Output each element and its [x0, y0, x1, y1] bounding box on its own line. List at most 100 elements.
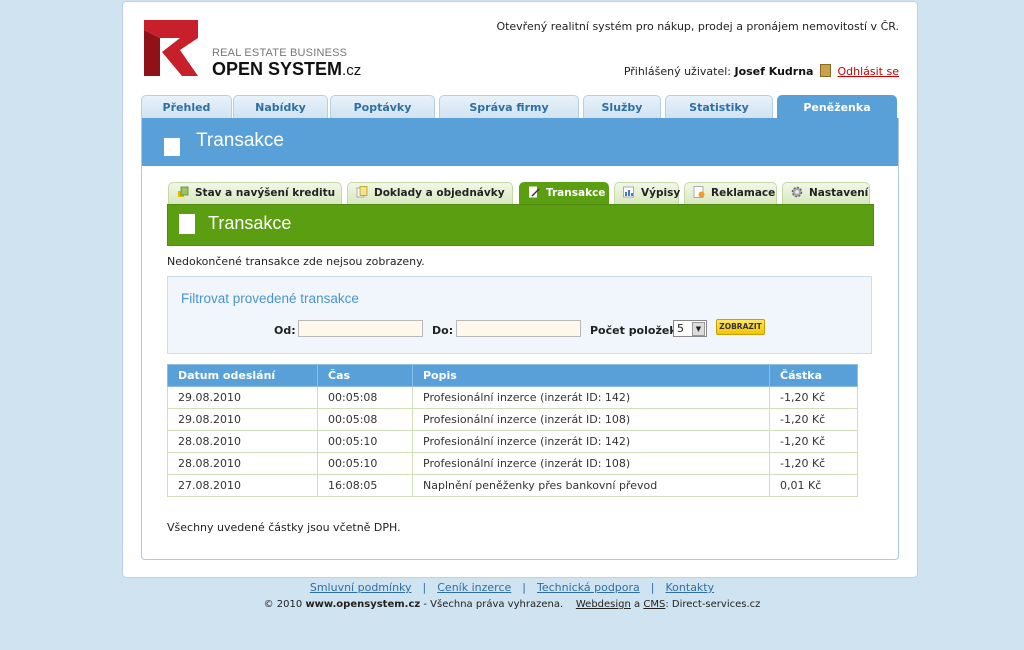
- count-label: Počet položek:: [590, 324, 682, 337]
- cell-amount: -1,20 Kč: [769, 386, 858, 409]
- subtab-stav-kreditu[interactable]: Stav a navýšení kreditu: [168, 182, 342, 204]
- col-datum: Datum odeslání: [167, 364, 318, 387]
- table-header-row: Datum odeslání Čas Popis Částka: [167, 364, 858, 387]
- table-row: 28.08.2010 00:05:10 Profesionální inzerc…: [167, 430, 858, 453]
- panel-title: Transakce: [208, 213, 292, 233]
- chevron-down-icon[interactable]: ▼: [692, 322, 705, 336]
- tab-penezenka[interactable]: Peněženka: [777, 95, 897, 119]
- subtab-label: Stav a navýšení kreditu: [195, 187, 336, 199]
- filter-box: Filtrovat provedené transakce Od: Do: Po…: [167, 276, 872, 354]
- subtab-label: Nastavení: [809, 187, 869, 199]
- cell-time: 00:05:08: [317, 408, 413, 431]
- and-text: a: [634, 599, 641, 610]
- gear-icon: [791, 186, 803, 198]
- show-button[interactable]: ZOBRAZIT: [716, 319, 765, 335]
- cell-description: Profesionální inzerce (inzerát ID: 108): [412, 452, 770, 475]
- from-label: Od:: [274, 324, 296, 337]
- table-row: 27.08.2010 16:08:05 Naplnění peněženky p…: [167, 474, 858, 497]
- subtab-nastaveni[interactable]: Nastavení: [782, 182, 870, 204]
- chart-icon: [623, 186, 634, 198]
- col-popis: Popis: [412, 364, 770, 387]
- cms-link[interactable]: CMS: [643, 599, 665, 610]
- logout-link[interactable]: Odhlásit se: [837, 65, 899, 78]
- count-select[interactable]: 5 ▼: [673, 320, 707, 337]
- cell-date: 29.08.2010: [167, 386, 318, 409]
- cell-date: 28.08.2010: [167, 452, 318, 475]
- filter-title: Filtrovat provedené transakce: [181, 291, 359, 306]
- complaint-icon: [693, 186, 705, 198]
- cell-time: 16:08:05: [317, 474, 413, 497]
- subtab-transakce[interactable]: Transakce: [519, 182, 609, 204]
- logout-icon[interactable]: [819, 64, 831, 77]
- subtab-label: Transakce: [546, 187, 606, 199]
- tab-prehled[interactable]: Přehled: [141, 95, 232, 119]
- cell-amount: -1,20 Kč: [769, 430, 858, 453]
- to-label: Do:: [432, 324, 454, 337]
- cell-description: Profesionální inzerce (inzerát ID: 142): [412, 430, 770, 453]
- page-icon: [164, 138, 180, 156]
- info-note: Nedokončené transakce zde nejsou zobraze…: [167, 255, 425, 268]
- page-icon: [179, 214, 195, 234]
- table-row: 28.08.2010 00:05:10 Profesionální inzerc…: [167, 452, 858, 475]
- content-box: Transakce Stav a navýšení kreditu Doklad…: [141, 118, 899, 560]
- user-label: Přihlášený uživatel:: [623, 65, 731, 78]
- subtab-label: Výpisy: [641, 187, 681, 199]
- document-edit-icon: [529, 186, 540, 198]
- subtab-label: Reklamace: [711, 187, 776, 199]
- subtab-doklady[interactable]: Doklady a objednávky: [347, 182, 513, 204]
- tab-sprava-firmy[interactable]: Správa firmy: [439, 95, 579, 119]
- user-name: Josef Kudrna: [734, 65, 814, 78]
- footer-link-pricing[interactable]: Ceník inzerce: [437, 581, 511, 594]
- tab-nabidky[interactable]: Nabídky: [233, 95, 328, 119]
- tab-statistiky[interactable]: Statistiky: [665, 95, 773, 119]
- table-row: 29.08.2010 00:05:08 Profesionální inzerc…: [167, 386, 858, 409]
- date-to-input[interactable]: [456, 320, 581, 337]
- cell-amount: 0,01 Kč: [769, 474, 858, 497]
- user-info: Přihlášený uživatel: Josef Kudrna Odhlás…: [624, 64, 899, 78]
- tagline: Otevřený realitní systém pro nákup, prod…: [496, 20, 899, 33]
- brand-name-text: OPEN SYSTEM: [212, 59, 343, 79]
- footer-separator: |: [422, 581, 427, 594]
- cell-date: 29.08.2010: [167, 408, 318, 431]
- coins-icon: [178, 186, 189, 197]
- table-row: 29.08.2010 00:05:08 Profesionální inzerc…: [167, 408, 858, 431]
- webdesign-link[interactable]: Webdesign: [576, 599, 631, 610]
- subtab-reklamace[interactable]: Reklamace: [684, 182, 777, 204]
- credits-text: : Direct-services.cz: [665, 599, 761, 610]
- transactions-table: Datum odeslání Čas Popis Částka 29.08.20…: [167, 364, 858, 497]
- cell-time: 00:05:10: [317, 430, 413, 453]
- panel-header: Transakce: [167, 204, 874, 246]
- brand-subtitle: REAL ESTATE BUSINESS: [212, 47, 348, 59]
- cell-date: 27.08.2010: [167, 474, 318, 497]
- cell-time: 00:05:10: [317, 452, 413, 475]
- rights-text: - Všechna práva vyhrazena.: [423, 599, 564, 610]
- brand-suffix: .cz: [342, 62, 362, 79]
- footer-link-contacts[interactable]: Kontakty: [666, 581, 715, 594]
- footer-separator: |: [522, 581, 526, 594]
- date-from-input[interactable]: [298, 320, 423, 337]
- subtab-label: Doklady a objednávky: [374, 187, 505, 199]
- brand-name[interactable]: OPEN SYSTEM.cz: [212, 59, 361, 80]
- logo-icon[interactable]: [142, 20, 198, 76]
- cell-description: Naplnění peněženky přes bankovní převod: [412, 474, 770, 497]
- copyright-prefix: © 2010: [263, 599, 303, 610]
- section-header: Transakce: [142, 118, 898, 166]
- subtab-vypisy[interactable]: Výpisy: [614, 182, 681, 204]
- page-container: REAL ESTATE BUSINESS OPEN SYSTEM.cz Otev…: [122, 1, 918, 578]
- col-castka: Částka: [769, 364, 858, 387]
- col-cas: Čas: [317, 364, 413, 387]
- tab-sluzby[interactable]: Služby: [583, 95, 661, 119]
- cell-time: 00:05:08: [317, 386, 413, 409]
- cell-description: Profesionální inzerce (inzerát ID: 142): [412, 386, 770, 409]
- documents-icon: [356, 186, 368, 198]
- count-value: 5: [677, 322, 684, 335]
- tab-poptavky[interactable]: Poptávky: [330, 95, 435, 119]
- footer-links: Smluvní podmínky | Ceník inzerce | Technická…: [0, 581, 1024, 594]
- footer-copyright: © 2010 www.opensystem.cz - Všechna práva…: [0, 599, 1024, 610]
- footer-separator: |: [650, 581, 655, 594]
- footer-link-support[interactable]: Technická podpora: [537, 581, 640, 594]
- footer-link-terms[interactable]: Smluvní podmínky: [310, 581, 412, 594]
- cell-amount: -1,20 Kč: [769, 452, 858, 475]
- vat-note: Všechny uvedené částky jsou včetně DPH.: [167, 521, 401, 534]
- site-name: www.opensystem.cz: [305, 599, 421, 610]
